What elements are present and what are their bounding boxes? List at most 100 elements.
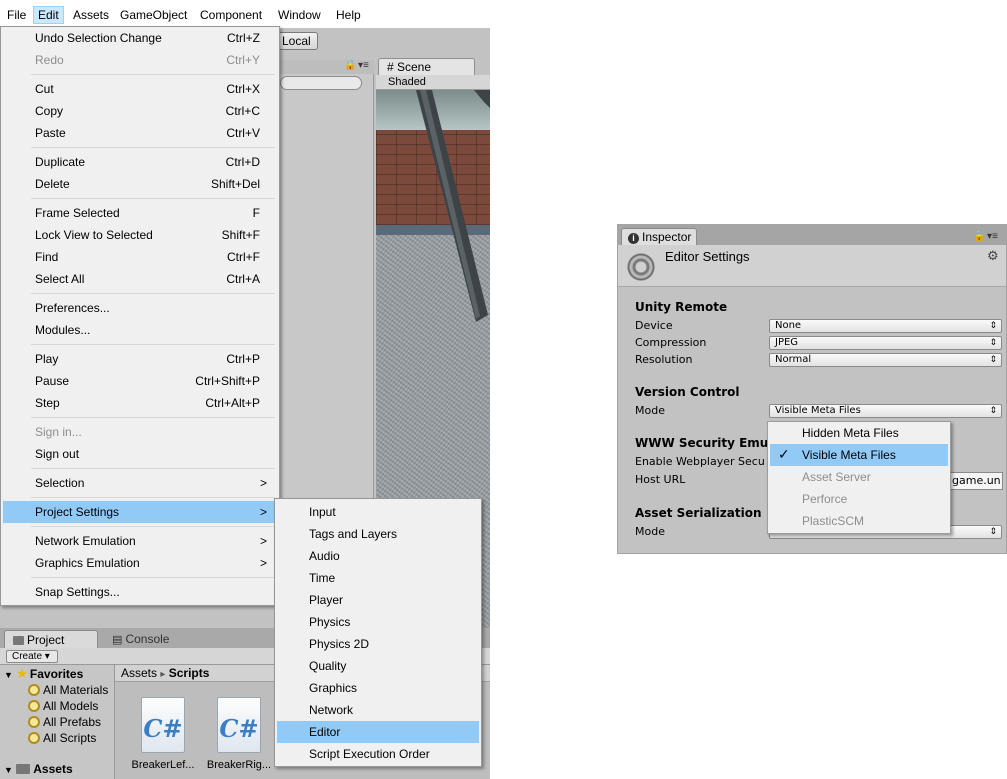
assets-node[interactable]: ▼ Assets [4,761,73,777]
menu-item-preferences[interactable]: Preferences... [3,297,277,319]
menu-separator [31,497,275,498]
submenu-arrow-icon: > [259,556,267,570]
menu-item-graphics-emulation[interactable]: Graphics Emulation > [3,552,277,574]
hierarchy-search-input[interactable] [280,76,362,90]
edit-menu: Undo Selection Change Ctrl+Z Redo Ctrl+Y C… [0,26,280,606]
menu-item-play[interactable]: Play Ctrl+P [3,348,277,370]
breadcrumb-separator-icon: ▸ [160,669,166,680]
submenu-item-script-execution-order[interactable]: Script Execution Order [277,743,479,765]
menu-item-frame-selected[interactable]: Frame Selected F [3,202,277,224]
section-asset-serialization: Asset Serialization [635,506,762,520]
favorites-node[interactable]: ▼ ★ Favorites [4,666,83,682]
project-settings-submenu: Input Tags and Layers Audio Time Player … [274,498,482,767]
menu-separator [31,417,275,418]
menu-item-delete[interactable]: Delete Shift+Del [3,173,277,195]
updown-arrow-icon: ⇕ [989,355,997,365]
script-file[interactable]: C# [217,697,261,753]
option-hidden-meta-files[interactable]: Hidden Meta Files [770,422,948,444]
favorite-item[interactable]: All Prefabs [28,714,101,730]
serialization-mode-label: Mode [635,525,665,538]
option-asset-server: Asset Server [802,470,871,484]
menu-item-copy[interactable]: Copy Ctrl+C [3,100,277,122]
menu-item-snap-settings[interactable]: Snap Settings... [3,581,277,603]
menu-item-find[interactable]: Find Ctrl+F [3,246,277,268]
menu-item-select-all[interactable]: Select All Ctrl+A [3,268,277,290]
menu-separator [31,526,275,527]
tab-console[interactable]: ▤ Console [104,630,184,648]
submenu-item-player[interactable]: Player [277,589,479,611]
menu-item-sign-in: Sign in... [35,425,82,439]
device-dropdown[interactable]: None ⇕ [769,319,1002,333]
menu-item-pause[interactable]: Pause Ctrl+Shift+P [3,370,277,392]
tab-scene[interactable]: # Scene [378,58,475,75]
menu-item-step[interactable]: Step Ctrl+Alt+P [3,392,277,414]
breadcrumb-current[interactable]: Scripts [169,666,210,680]
favorite-item[interactable]: All Scripts [28,730,96,746]
expand-arrow-icon[interactable]: ▼ [4,765,13,775]
create-button[interactable]: Create ▾ [6,650,58,663]
menu-component[interactable]: Component [196,6,266,24]
menu-item-undo[interactable]: Undo Selection Change Ctrl+Z [3,27,277,49]
panel-menu-icon[interactable]: ▾≡ [987,231,998,242]
menu-item-network-emulation[interactable]: Network Emulation > [3,530,277,552]
menu-item-cut[interactable]: Cut Ctrl+X [3,78,277,100]
menu-item-redo: Redo Ctrl+Y [35,53,260,67]
breadcrumb-root[interactable]: Assets [121,666,157,680]
updown-arrow-icon: ⇕ [989,406,997,416]
tab-project[interactable]: Project [4,630,98,648]
menu-item-project-settings[interactable]: Project Settings > [3,501,277,523]
menu-item-modules[interactable]: Modules... [3,319,277,341]
menu-item-lock-view[interactable]: Lock View to Selected Shift+F [3,224,277,246]
lock-icon[interactable]: 🔒 [973,231,985,242]
search-icon [28,684,40,696]
script-file[interactable]: C# [141,697,185,753]
csharp-icon: C# [143,714,183,743]
scene-draw-mode[interactable]: Shaded [376,75,490,90]
pivot-local-toggle[interactable]: Local [278,32,318,50]
menu-edit[interactable]: Edit [33,6,64,24]
menu-assets[interactable]: Assets [69,6,113,24]
vcs-mode-options: Hidden Meta Files ✓ Visible Meta Files A… [767,421,951,534]
submenu-item-editor[interactable]: Editor [277,721,479,743]
star-icon: ★ [16,666,28,681]
favorite-item[interactable]: All Materials [28,682,108,698]
hierarchy-tabbar: 🔒 ▾≡ [278,60,374,74]
submenu-item-network[interactable]: Network [277,699,479,721]
submenu-item-physics[interactable]: Physics [277,611,479,633]
option-visible-meta-files[interactable]: ✓ Visible Meta Files [770,444,948,466]
menu-gameobject[interactable]: GameObject [116,6,191,24]
section-version-control: Version Control [635,385,740,399]
menu-separator [31,293,275,294]
menu-file[interactable]: File [3,6,30,24]
resolution-dropdown[interactable]: Normal ⇕ [769,353,1002,367]
submenu-item-input[interactable]: Input [277,501,479,523]
submenu-item-graphics[interactable]: Graphics [277,677,479,699]
device-label: Device [635,319,673,332]
menu-item-duplicate[interactable]: Duplicate Ctrl+D [3,151,277,173]
vcs-mode-dropdown[interactable]: Visible Meta Files ⇕ [769,404,1002,418]
tab-inspector[interactable]: i Inspector [621,228,697,245]
section-www-security: WWW Security Emula [635,436,781,450]
option-perforce: Perforce [802,492,848,506]
component-gear-icon[interactable]: ⚙ [987,248,999,264]
menu-separator [31,147,275,148]
submenu-item-time[interactable]: Time [277,567,479,589]
favorite-item[interactable]: All Models [28,698,98,714]
menu-item-sign-out[interactable]: Sign out [3,443,277,465]
submenu-arrow-icon: > [259,505,267,519]
lock-icon[interactable]: 🔒 [344,60,356,71]
compression-dropdown[interactable]: JPEG ⇕ [769,336,1002,350]
host-url-input[interactable]: game.un [947,472,1003,490]
submenu-item-audio[interactable]: Audio [277,545,479,567]
submenu-item-physics-2d[interactable]: Physics 2D [277,633,479,655]
menu-separator [31,577,275,578]
submenu-item-tags-and-layers[interactable]: Tags and Layers [277,523,479,545]
expand-arrow-icon[interactable]: ▼ [4,670,13,680]
menu-help[interactable]: Help [332,6,365,24]
submenu-item-quality[interactable]: Quality [277,655,479,677]
menu-item-paste[interactable]: Paste Ctrl+V [3,122,277,144]
panel-menu-icon[interactable]: ▾≡ [358,60,369,71]
menu-item-selection[interactable]: Selection > [3,472,277,494]
menu-window[interactable]: Window [274,6,325,24]
host-url-label: Host URL [635,473,686,486]
